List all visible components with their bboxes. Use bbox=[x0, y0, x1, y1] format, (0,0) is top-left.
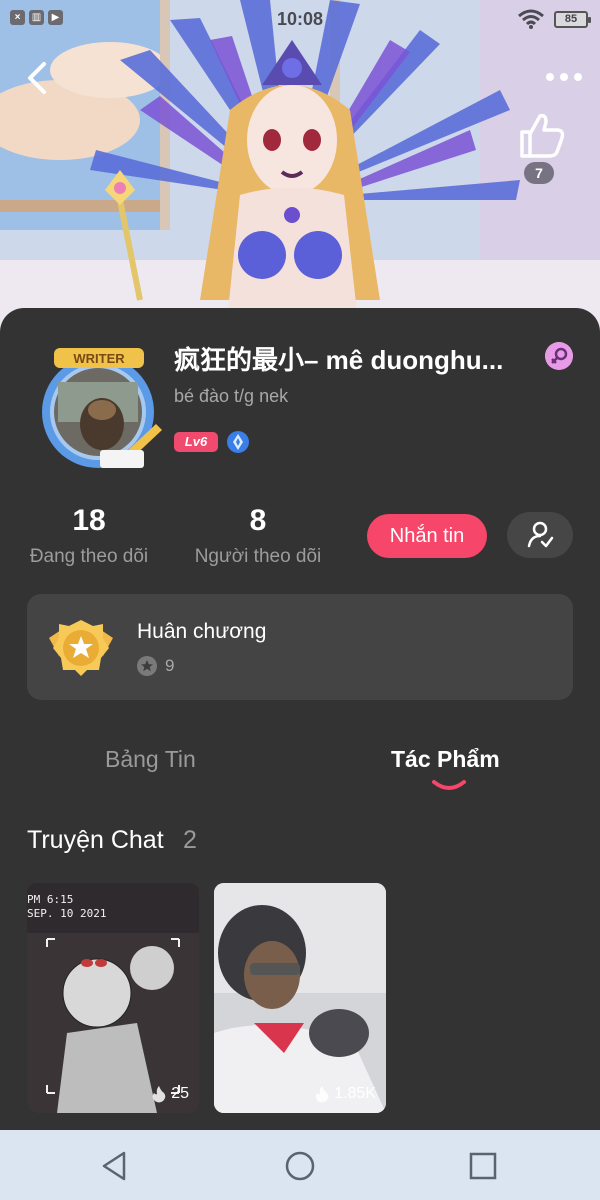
follow-button[interactable] bbox=[507, 512, 573, 558]
nav-home-icon[interactable] bbox=[282, 1148, 318, 1184]
story-view-count: 25 bbox=[171, 1085, 189, 1102]
fire-icon bbox=[152, 1086, 166, 1103]
medals-card[interactable]: Huân chương 9 bbox=[27, 594, 573, 700]
female-icon bbox=[545, 342, 573, 370]
followers-stat[interactable]: 8 Người theo dõi bbox=[188, 504, 328, 568]
star-badge-icon bbox=[137, 656, 157, 676]
gem-badge-icon bbox=[227, 431, 249, 453]
battery-indicator: 85 bbox=[554, 10, 591, 28]
following-count: 18 bbox=[72, 504, 106, 537]
story-thumbnail bbox=[214, 883, 386, 1113]
wifi-icon bbox=[518, 9, 544, 29]
add-friend-icon bbox=[527, 521, 554, 548]
following-label: Đang theo dõi bbox=[29, 546, 149, 567]
profile-name: 疯狂的最小– mê duonghu... bbox=[174, 345, 504, 375]
profile-bio: bé đào t/g nek bbox=[174, 386, 289, 406]
section-title: Truyện Chat bbox=[27, 826, 164, 854]
tab-feed[interactable]: Bảng Tin bbox=[105, 746, 196, 773]
story-card[interactable]: PM 6:15 SEP. 10 2021 25 bbox=[27, 883, 199, 1113]
camera-time-stamp: PM 6:15 bbox=[27, 893, 74, 906]
story-view-count: 1.85K bbox=[334, 1085, 376, 1102]
nav-recents-icon[interactable] bbox=[465, 1148, 501, 1184]
avatar-frame-label: WRITER bbox=[73, 351, 125, 366]
status-time: 10:08 bbox=[276, 9, 324, 29]
story-card[interactable]: 1.85K bbox=[214, 883, 386, 1113]
medal-icon bbox=[49, 620, 113, 676]
like-count: 7 bbox=[524, 162, 554, 184]
active-tab-indicator bbox=[432, 780, 466, 790]
nav-back-icon[interactable] bbox=[96, 1148, 132, 1184]
avatar[interactable]: WRITER bbox=[36, 342, 166, 472]
camera-date-stamp: SEP. 10 2021 bbox=[27, 907, 107, 920]
message-button[interactable]: Nhắn tin bbox=[367, 514, 487, 558]
medals-title: Huân chương bbox=[137, 620, 267, 643]
profile-panel: WRITER 疯狂的最小– mê duonghu... bé đào t/g n… bbox=[0, 308, 600, 1130]
profile-cover: × ▥ ▶ 10:08 85 7 bbox=[0, 0, 600, 340]
medals-count: 9 bbox=[165, 656, 175, 675]
like-button[interactable]: 7 bbox=[510, 110, 570, 190]
following-stat[interactable]: 18 Đang theo dõi bbox=[22, 504, 156, 568]
back-icon[interactable] bbox=[20, 58, 56, 98]
followers-count: 8 bbox=[249, 504, 267, 537]
status-bar: × ▥ ▶ 10:08 85 bbox=[0, 0, 600, 40]
level-badge: Lv6 bbox=[174, 432, 218, 452]
thumbs-up-icon bbox=[520, 113, 565, 158]
system-navigation-bar bbox=[0, 1130, 600, 1200]
followers-label: Người theo dõi bbox=[194, 546, 322, 567]
fire-icon bbox=[315, 1086, 329, 1103]
more-options-icon[interactable] bbox=[542, 62, 586, 92]
section-count: 2 bbox=[183, 826, 197, 854]
tab-works[interactable]: Tác Phẩm bbox=[391, 746, 500, 773]
